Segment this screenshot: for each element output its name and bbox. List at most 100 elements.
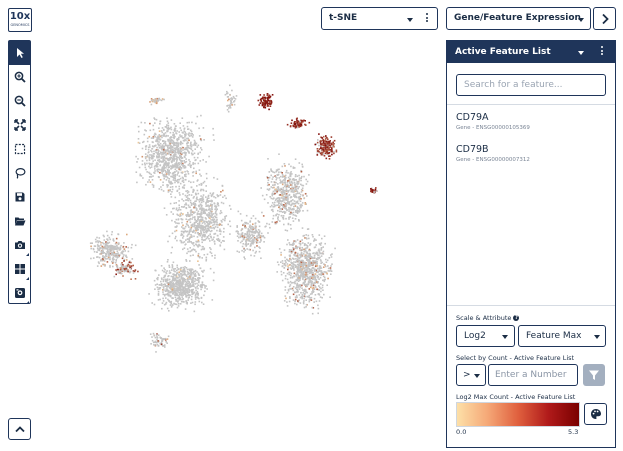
- expand-panel-button[interactable]: [593, 7, 616, 30]
- cell-dot: [194, 283, 196, 285]
- collapse-toolbar-button[interactable]: [8, 418, 31, 440]
- cell-dot: [187, 276, 190, 278]
- cell-dot: [163, 135, 165, 137]
- cell-dot: [181, 271, 184, 273]
- cell-dot: [200, 175, 202, 177]
- cell-dot: [191, 153, 193, 156]
- operator-value: >: [463, 370, 471, 380]
- lasso-select-button[interactable]: [9, 161, 30, 185]
- cell-dot: [184, 134, 187, 137]
- zoom-in-button[interactable]: [9, 65, 30, 89]
- cell-dot: [162, 280, 165, 283]
- expressing-cell-dot: [134, 269, 137, 271]
- cell-dot: [171, 139, 174, 142]
- cell-dot: [196, 296, 199, 298]
- cell-dot: [285, 195, 287, 197]
- cell-dot: [178, 276, 181, 278]
- cell-dot: [123, 270, 126, 273]
- cell-dot: [153, 150, 155, 153]
- open-button[interactable]: [9, 209, 30, 233]
- cell-dot: [184, 136, 186, 138]
- expressing-cell-dot: [297, 121, 299, 123]
- cell-dot: [175, 132, 178, 135]
- cell-dot: [296, 296, 298, 299]
- apply-filter-button[interactable]: [583, 364, 605, 386]
- cell-dot: [281, 192, 283, 194]
- cell-dot: [226, 92, 229, 94]
- cell-dot: [195, 209, 198, 211]
- screenshot-button[interactable]: [9, 233, 30, 257]
- cell-dot: [245, 214, 248, 217]
- layout-button[interactable]: [9, 257, 30, 281]
- cell-dot: [321, 286, 324, 289]
- cell-dot: [163, 345, 165, 347]
- cell-dot: [155, 269, 157, 272]
- cell-dot: [297, 252, 299, 255]
- feature-item[interactable]: CD79B Gene - ENSG00000007312: [456, 144, 606, 170]
- cell-dot: [156, 138, 158, 141]
- cell-dot: [313, 301, 315, 303]
- expressing-cell-dot: [293, 272, 296, 275]
- cell-dot: [233, 101, 235, 103]
- cell-dot: [287, 222, 290, 225]
- cell-dot: [229, 107, 232, 109]
- rectangle-select-button[interactable]: [9, 137, 30, 161]
- cell-dot: [273, 181, 276, 183]
- category-dropdown[interactable]: Gene/Feature Expression: [446, 7, 591, 30]
- save-button[interactable]: [9, 185, 30, 209]
- cell-dot: [171, 186, 174, 188]
- cell-dot: [319, 265, 322, 268]
- cell-dot: [195, 159, 197, 161]
- cell-dot: [273, 171, 276, 174]
- cell-dot: [208, 206, 210, 208]
- fit-screen-button[interactable]: [9, 113, 30, 137]
- select-tool-button[interactable]: [9, 41, 30, 65]
- cell-dot: [107, 257, 109, 260]
- feature-item[interactable]: CD79A Gene - ENSG00000105369: [456, 112, 606, 138]
- zoom-out-button[interactable]: [9, 89, 30, 113]
- expressing-cell-dot: [126, 265, 129, 267]
- cell-dot: [294, 195, 297, 197]
- expressing-cell-dot: [294, 205, 297, 207]
- help-icon[interactable]: ?: [513, 315, 520, 321]
- more-options-icon[interactable]: [426, 13, 428, 24]
- cell-dot: [220, 241, 222, 244]
- expressing-cell-dot: [326, 146, 328, 148]
- cell-dot: [289, 277, 292, 279]
- cell-dot: [322, 246, 324, 248]
- cell-dot: [106, 251, 109, 254]
- tsne-scatter-plot[interactable]: [40, 60, 440, 360]
- chevron-down-icon[interactable]: [578, 51, 584, 55]
- cell-dot: [310, 296, 313, 299]
- cell-dot: [173, 287, 175, 290]
- cell-dot: [267, 202, 269, 204]
- cell-dot: [215, 210, 217, 213]
- feature-search-input[interactable]: Search for a feature...: [456, 74, 606, 96]
- more-options-icon[interactable]: [601, 46, 603, 57]
- cell-dot: [101, 242, 104, 244]
- cell-dot: [186, 125, 189, 128]
- cell-dot: [113, 275, 116, 278]
- cell-dot: [277, 188, 279, 191]
- scale-select[interactable]: Log2: [456, 325, 515, 347]
- projection-dropdown[interactable]: t-SNE: [321, 7, 438, 30]
- cell-dot: [251, 234, 253, 236]
- cell-dot: [295, 260, 298, 263]
- color-palette-button[interactable]: [584, 403, 607, 425]
- cell-dot: [316, 274, 318, 277]
- cell-dot: [214, 243, 216, 245]
- cell-dot: [189, 236, 191, 239]
- expressing-cell-dot: [182, 213, 184, 215]
- cell-dot: [185, 207, 188, 210]
- operator-select[interactable]: >: [456, 364, 486, 386]
- cell-dot: [318, 257, 321, 259]
- cell-dot: [181, 218, 184, 221]
- export-image-button[interactable]: [9, 281, 30, 305]
- count-number-input[interactable]: Enter a Number: [488, 364, 578, 386]
- cell-dot: [205, 172, 208, 175]
- cell-dot: [198, 201, 201, 203]
- cell-dot: [316, 267, 319, 270]
- attribute-select[interactable]: Feature Max: [518, 325, 606, 347]
- cell-dot: [159, 164, 162, 166]
- cell-dot: [192, 163, 194, 166]
